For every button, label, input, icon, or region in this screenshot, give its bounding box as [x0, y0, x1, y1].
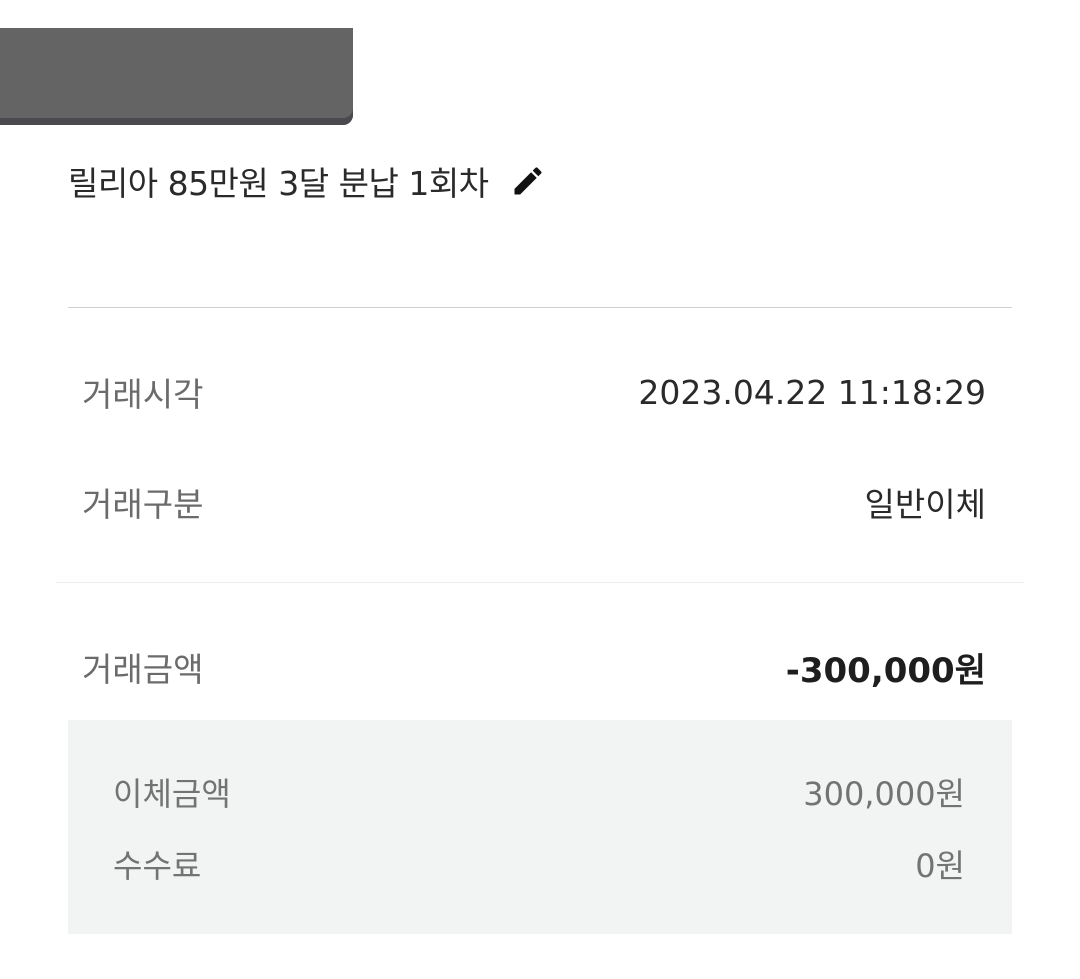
transaction-type-label: 거래구분	[82, 485, 204, 524]
transaction-type-row: 거래구분 일반이체	[82, 477, 986, 527]
pencil-icon[interactable]	[509, 162, 547, 200]
memo-row: 릴리아 85만원 3달 분납 1회차	[68, 155, 547, 207]
transaction-time-label: 거래시각	[82, 375, 204, 414]
transaction-time-value: 2023.04.22 11:18:29	[638, 372, 986, 412]
amount-breakdown-box: 이체금액 300,000원 수수료 0원	[68, 720, 1012, 934]
fee-row: 수수료 0원	[113, 840, 965, 888]
memo-text: 릴리아 85만원 3달 분납 1회차	[68, 164, 489, 203]
fee-value: 0원	[915, 847, 965, 885]
transaction-time-row: 거래시각 2023.04.22 11:18:29	[82, 367, 986, 417]
transaction-amount-label: 거래금액	[82, 650, 204, 689]
transaction-amount-row: 거래금액 -300,000원	[82, 642, 986, 692]
transfer-amount-value: 300,000원	[803, 775, 965, 813]
transaction-type-value: 일반이체	[864, 485, 986, 524]
transfer-amount-row: 이체금액 300,000원	[113, 768, 965, 816]
transaction-amount-value: -300,000원	[785, 650, 986, 691]
pencil-icon-glyph	[514, 167, 542, 195]
section-divider-light	[56, 582, 1024, 583]
section-divider	[68, 307, 1012, 308]
redacted-area	[0, 28, 353, 125]
transfer-amount-label: 이체금액	[113, 775, 231, 813]
fee-label: 수수료	[113, 847, 202, 885]
